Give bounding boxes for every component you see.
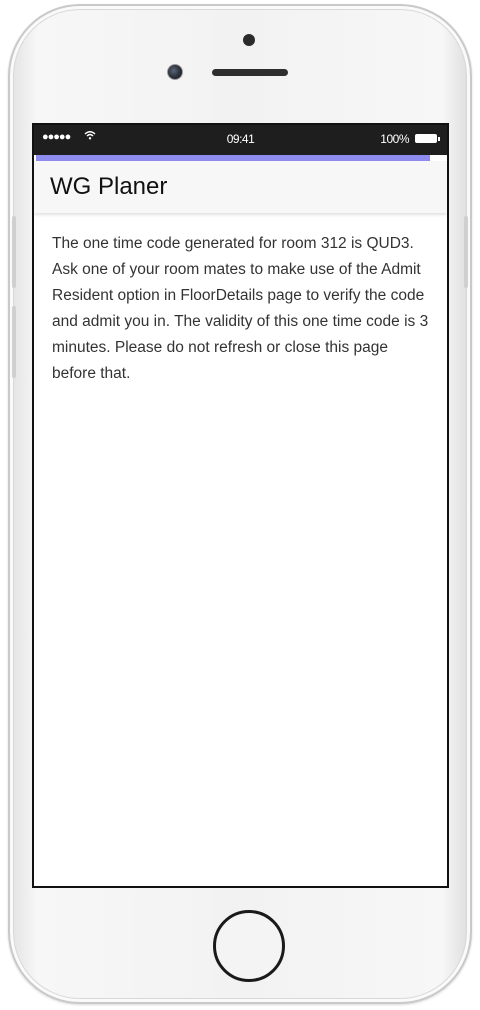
power-button <box>464 216 468 288</box>
status-bar: ●●●●● 09:41 100% <box>34 125 447 155</box>
app-title: WG Planer <box>50 173 168 200</box>
battery-percent: 100% <box>380 132 409 146</box>
app-header: WG Planer <box>34 161 447 213</box>
volume-up-button <box>12 216 16 288</box>
home-button[interactable] <box>213 910 285 982</box>
camera-lens <box>167 64 183 80</box>
main-content: The one time code generated for room 312… <box>52 231 436 387</box>
phone-screen: ●●●●● 09:41 100% WG Planer The one time … <box>32 123 449 888</box>
one-time-code-message: The one time code generated for room 312… <box>52 235 429 382</box>
volume-down-button <box>12 306 16 378</box>
earpiece-speaker <box>212 69 288 76</box>
front-camera <box>243 34 255 46</box>
battery-icon <box>415 134 440 143</box>
